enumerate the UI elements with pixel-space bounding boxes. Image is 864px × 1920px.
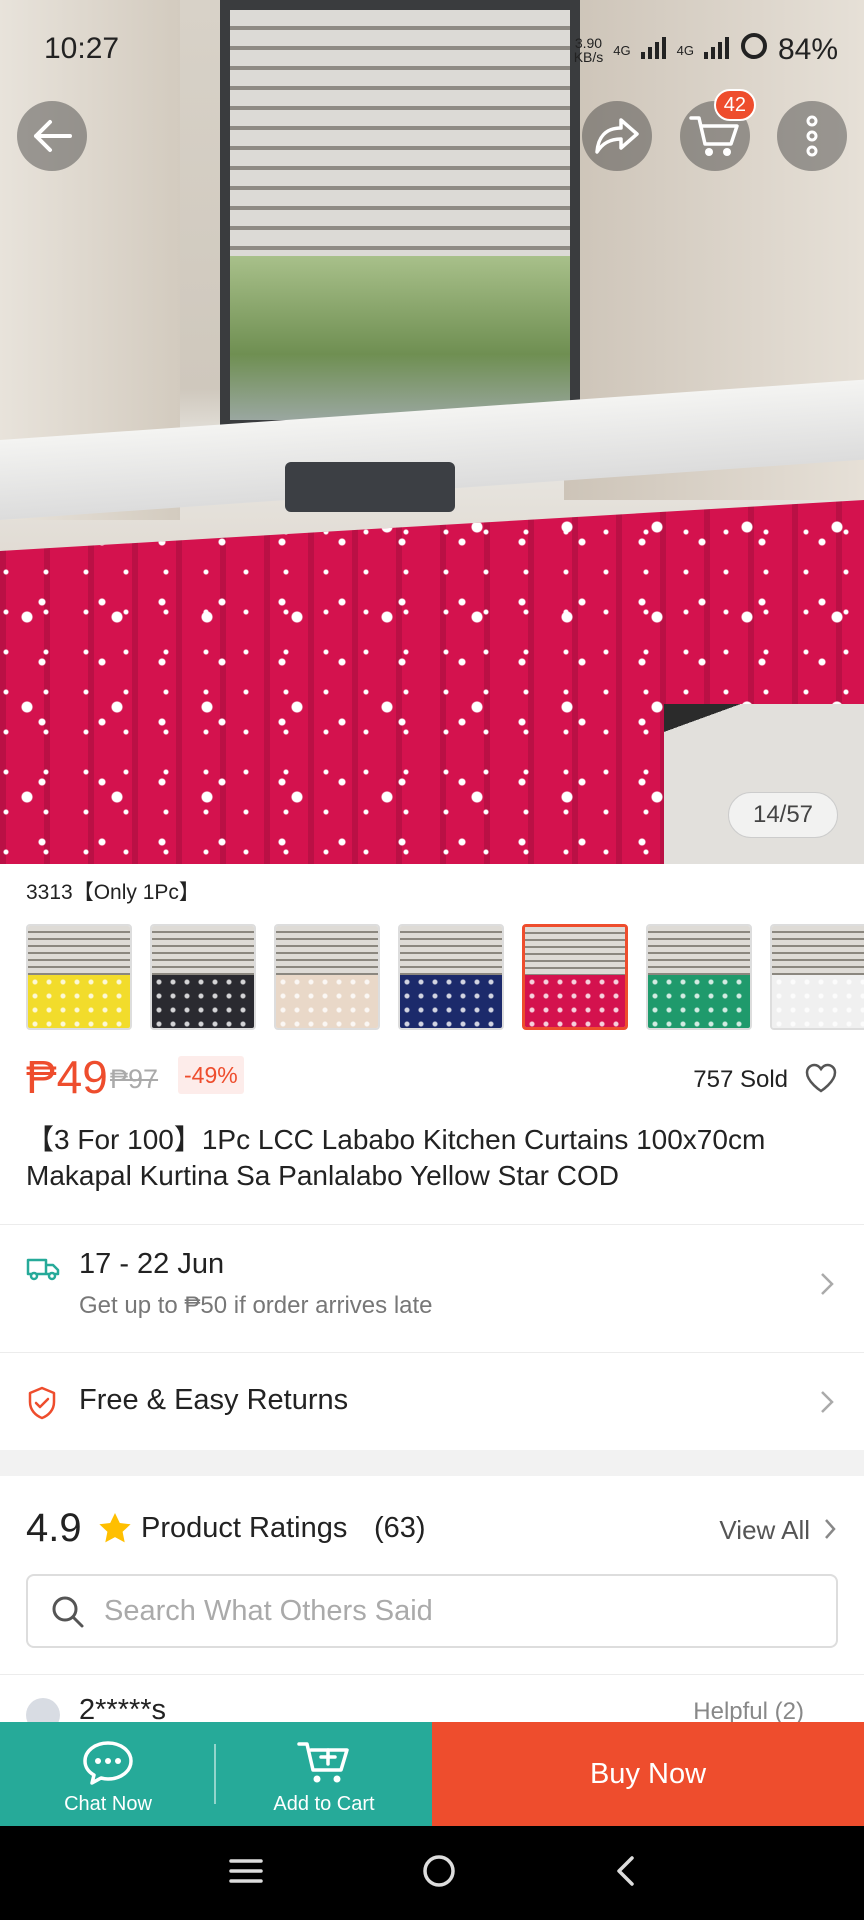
view-all-link[interactable]: View All [719, 1515, 810, 1546]
more-vertical-icon [806, 115, 818, 157]
discount-badge: -49% [178, 1056, 244, 1094]
back-button[interactable] [17, 101, 87, 171]
returns-label: Free & Easy Returns [79, 1384, 349, 1416]
section-gap [0, 1450, 864, 1476]
shield-check-icon [26, 1386, 58, 1425]
variation-thumbnails [26, 924, 864, 1030]
add-cart-icon [297, 1742, 349, 1783]
chat-icon [83, 1741, 133, 1785]
delivery-date: 17 - 22 Jun [79, 1248, 225, 1280]
variation-thumbnail[interactable] [522, 924, 628, 1030]
signal-icon [640, 33, 667, 67]
thumbnail-blinds [28, 926, 130, 975]
review-preview: 2*****s Helpful (2) [0, 1676, 864, 1722]
returns-row[interactable]: Free & Easy Returns [0, 1384, 864, 1434]
divider [0, 1224, 864, 1225]
speed-value: 3.90 [574, 35, 603, 51]
variation-thumbnail[interactable] [646, 924, 752, 1030]
variation-label: 3313【Only 1Pc】 [26, 881, 200, 904]
chevron-right-icon [820, 1272, 834, 1301]
network-label: 4G [613, 42, 631, 58]
battery-icon [740, 32, 768, 68]
thumbnail-blinds [276, 926, 378, 975]
thumbnail-blinds [772, 926, 864, 975]
variation-thumbnail[interactable] [150, 924, 256, 1030]
share-button[interactable] [582, 101, 652, 171]
chat-now-button[interactable]: Chat Now [0, 1722, 216, 1826]
menu-icon[interactable] [229, 1858, 264, 1889]
add-to-cart-label: Add to Cart [273, 1793, 375, 1815]
variation-thumbnail[interactable] [274, 924, 380, 1030]
speed-unit: KB/s [573, 49, 604, 65]
thumbnail-curtain [772, 974, 864, 1028]
thumbnail-curtain [525, 975, 625, 1027]
avatar [26, 1698, 60, 1722]
signal-icon [703, 33, 730, 67]
shipping-row[interactable]: 17 - 22 Jun Get up to ₱50 if order arriv… [0, 1248, 864, 1348]
image-sink [285, 462, 455, 512]
thumbnail-curtain [400, 974, 502, 1028]
thumbnail-curtain [152, 974, 254, 1028]
share-icon [595, 118, 639, 154]
ratings-title: Product Ratings [141, 1512, 348, 1544]
network-label: 4G [676, 42, 694, 58]
battery-level: 84% [777, 33, 838, 66]
thumbnail-curtain [28, 974, 130, 1028]
truck-icon [26, 1256, 60, 1287]
variation-thumbnail[interactable] [26, 924, 132, 1030]
cart-button[interactable]: 42 [680, 89, 756, 171]
action-bar: Chat Now Add to Cart Buy Now [0, 1722, 864, 1826]
current-price: ₱49 [26, 1051, 108, 1103]
image-garden [230, 256, 570, 420]
image-floor [664, 704, 864, 864]
buy-now-button[interactable]: Buy Now [432, 1722, 864, 1826]
variation-thumbnail[interactable] [398, 924, 504, 1030]
speed-readout: 3.90 KB/s [574, 36, 604, 64]
thumbnail-blinds [525, 927, 625, 975]
image-counter: 14/57 [728, 792, 838, 838]
home-icon[interactable] [422, 1854, 456, 1893]
delivery-guarantee: Get up to ₱50 if order arrives late [79, 1292, 433, 1319]
status-icons: 3.90 KB/s 4G 4G 84% [574, 32, 838, 68]
original-price: ₱97 [110, 1064, 159, 1094]
chevron-right-icon [820, 1390, 834, 1419]
rating-score: 4.9 [26, 1506, 82, 1550]
chevron-right-icon[interactable] [824, 1518, 836, 1545]
sold-count: 757 Sold [693, 1066, 788, 1093]
arrow-left-icon [34, 120, 72, 152]
system-nav-bar [0, 1826, 864, 1920]
review-search[interactable] [26, 1574, 838, 1648]
reviewer-name: 2*****s [79, 1694, 167, 1722]
ratings-count: (63) [374, 1512, 426, 1544]
thumbnail-curtain [276, 974, 378, 1028]
chat-now-label: Chat Now [64, 1793, 152, 1815]
cart-count-badge: 42 [713, 89, 756, 121]
review-search-input[interactable] [104, 1588, 804, 1634]
thumbnail-blinds [648, 926, 750, 975]
helpful-button[interactable]: Helpful (2) [693, 1698, 804, 1722]
star-icon [98, 1512, 132, 1549]
divider [0, 1352, 864, 1353]
thumbnail-blinds [400, 926, 502, 975]
heart-icon[interactable] [804, 1062, 838, 1099]
back-nav-icon[interactable] [615, 1855, 635, 1892]
product-title: 【3 For 100】1Pc LCC Lababo Kitchen Curtai… [26, 1124, 766, 1191]
variation-thumbnail[interactable] [770, 924, 864, 1030]
divider [0, 1674, 864, 1675]
add-to-cart-button[interactable]: Add to Cart [216, 1722, 432, 1826]
status-bar: 10:27 3.90 KB/s 4G 4G 84% [0, 0, 864, 96]
thumbnail-curtain [648, 974, 750, 1028]
price-row: ₱49 ₱97 -49% 757 Sold [26, 1050, 838, 1110]
thumbnail-blinds [152, 926, 254, 975]
more-options-button[interactable] [777, 101, 847, 171]
status-time: 10:27 [44, 32, 120, 65]
search-icon [50, 1594, 86, 1635]
